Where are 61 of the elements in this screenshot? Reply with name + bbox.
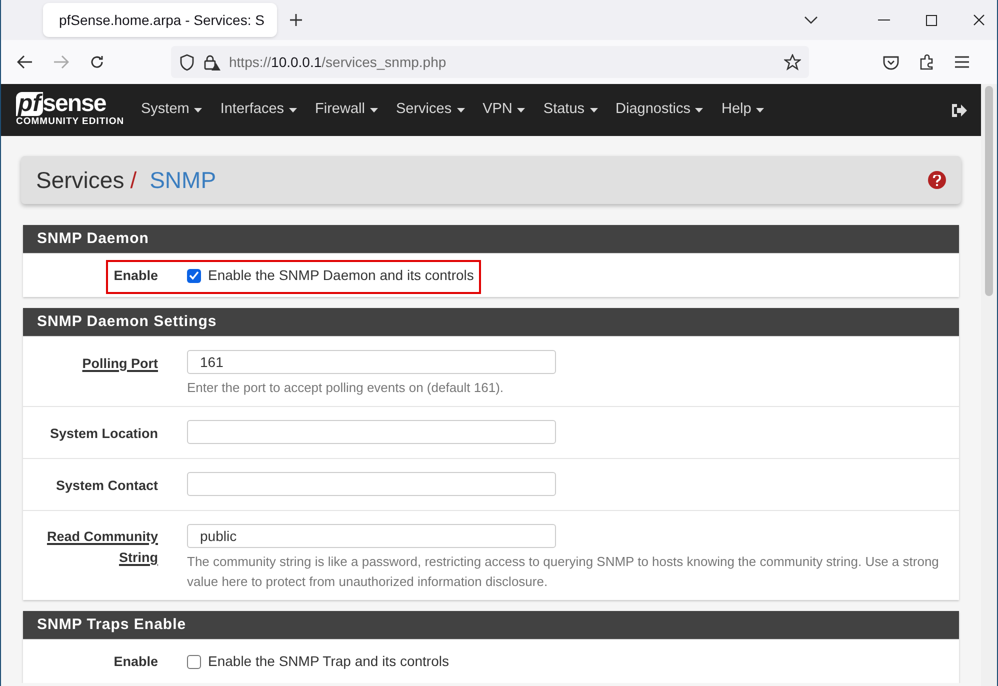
field-label: Enable	[114, 266, 158, 284]
field-label: Enable	[114, 652, 158, 670]
help-text: Enter the port to accept polling events on (default 161).	[187, 379, 505, 397]
pocket-icon[interactable]	[883, 54, 899, 70]
shield-icon	[179, 54, 195, 70]
logout-icon[interactable]	[950, 102, 968, 118]
caret-icon	[517, 108, 526, 112]
checkbox[interactable]	[187, 654, 201, 668]
lock-warning-icon	[203, 54, 221, 70]
url-text: https://10.0.0.1/services_snmp.php	[229, 52, 446, 72]
section-header: SNMP Daemon Settings	[23, 308, 959, 336]
logo-word: sense	[42, 92, 106, 116]
caret-icon	[456, 108, 465, 112]
nav-menu[interactable]: Firewall	[315, 99, 378, 121]
caret-icon	[289, 108, 298, 112]
bookmark-star-icon[interactable]	[784, 54, 801, 70]
nav-menu[interactable]: Status	[543, 99, 598, 121]
text-field[interactable]: public	[187, 524, 556, 548]
caret-icon	[590, 108, 598, 112]
logo-edition: COMMUNITY EDITION	[16, 116, 124, 128]
nav-menu[interactable]: Help	[721, 99, 764, 121]
pfsense-logo[interactable]: pfsense COMMUNITY EDITION	[16, 92, 122, 128]
logo-mark: pf	[16, 92, 43, 116]
section-header: SNMP Daemon	[23, 225, 959, 253]
field-label[interactable]: Polling Port	[82, 353, 158, 374]
tab-title: pfSense.home.arpa - Services: S	[59, 10, 264, 30]
scrollbar[interactable]	[981, 84, 997, 686]
maximize-icon[interactable]	[926, 14, 937, 26]
section-header: SNMP Traps Enable	[23, 611, 959, 639]
breadcrumb-separator: /	[130, 166, 137, 195]
reload-icon[interactable]	[89, 54, 105, 70]
checkbox[interactable]	[187, 268, 201, 282]
caret-icon	[695, 108, 704, 112]
back-icon[interactable]	[17, 55, 33, 69]
breadcrumb-parent[interactable]: Services	[36, 162, 124, 198]
nav-menu[interactable]: System	[141, 99, 202, 121]
checkbox-option[interactable]: Enable the SNMP Daemon and its controls	[187, 265, 945, 286]
help-icon[interactable]	[928, 171, 946, 189]
caret-icon	[194, 108, 202, 112]
field-label: System Contact	[56, 477, 158, 495]
nav-menu[interactable]: Services	[396, 99, 465, 121]
text-field[interactable]	[187, 472, 556, 496]
puzzle-icon[interactable]	[919, 54, 935, 70]
help-text: The community string is like a password, restricting access to querying SNMP to hosts knowing the community string. Use a strong value here to protect from unauthorized information disclosure.	[187, 553, 940, 591]
close-icon[interactable]	[973, 14, 985, 26]
browser-tab[interactable]: pfSense.home.arpa - Services: S	[43, 3, 277, 37]
text-field[interactable]	[187, 420, 556, 444]
menu-icon[interactable]	[955, 56, 969, 68]
new-tab-icon[interactable]	[289, 13, 303, 27]
nav-menu[interactable]: Diagnostics	[616, 99, 704, 121]
tab-list-icon[interactable]	[804, 16, 818, 24]
checkbox-option[interactable]: Enable the SNMP Trap and its controls	[187, 651, 945, 672]
caret-icon	[756, 108, 764, 112]
nav-menu[interactable]: VPN	[482, 99, 526, 121]
text-field[interactable]: 161	[187, 350, 556, 374]
field-label: System Location	[50, 425, 158, 443]
field-label[interactable]: Read Community String	[43, 526, 158, 568]
caret-icon	[370, 108, 378, 112]
address-bar[interactable]: https://10.0.0.1/services_snmp.php	[171, 46, 809, 78]
minimize-icon[interactable]	[878, 19, 890, 21]
nav-menu[interactable]: Interfaces	[220, 99, 298, 121]
